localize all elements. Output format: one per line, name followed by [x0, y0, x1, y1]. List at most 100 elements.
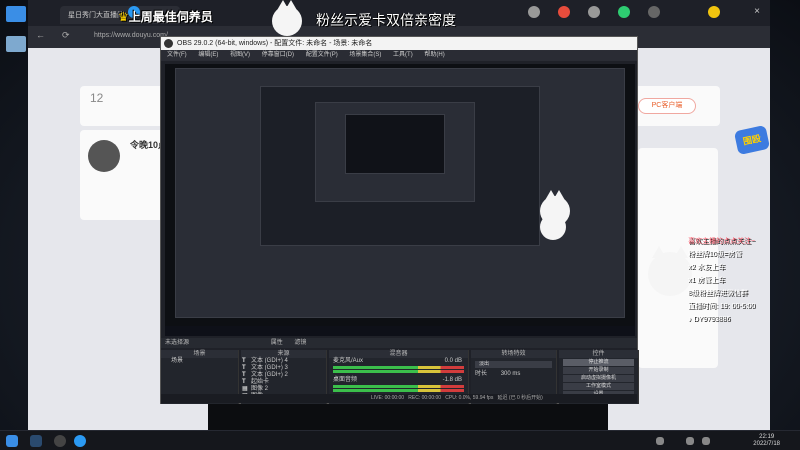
- duration-row: 时长 300 ms: [471, 371, 556, 378]
- info-line: 直播时间: 19: 00-5:00: [688, 303, 756, 310]
- favicon[interactable]: [588, 6, 600, 18]
- clock-date: 2022/7/18: [753, 441, 780, 447]
- info-line: x2 水友上车: [688, 264, 726, 271]
- taskbar-clock[interactable]: 22:19 2022/7/18: [753, 434, 780, 448]
- bottom-decoration-strip: [208, 404, 608, 430]
- obs-logo-icon: [164, 39, 173, 48]
- source-item[interactable]: ▦ 图像 2: [241, 386, 326, 393]
- image-source-icon: ▦: [242, 386, 248, 392]
- obs-menu-bar: 文件(F) 编辑(E) 视图(V) 停靠窗口(D) 配置文件(P) 场景集合(S…: [161, 50, 637, 61]
- volume-meter: [333, 389, 464, 392]
- top-feeder-banner: ♛上周最佳伺养员: [118, 8, 213, 25]
- desktop-icon-recycle-bin[interactable]: [6, 36, 26, 52]
- network-icon[interactable]: [686, 437, 694, 445]
- banner-text: 上周最佳伺养员: [128, 10, 213, 24]
- channel-db: -1.8 dB: [442, 377, 462, 383]
- fans-promo-line1: 粉丝示爱卡双倍亲密度: [316, 12, 456, 28]
- virtual-camera-button[interactable]: 启动虚拟摄像机: [563, 375, 634, 382]
- preview-taskbar: [165, 326, 635, 336]
- studio-mode-button[interactable]: 工作室模式: [563, 383, 634, 390]
- favicon[interactable]: [648, 6, 660, 18]
- channel-db: 0.0 dB: [444, 358, 462, 364]
- scenes-header: 场景: [161, 350, 238, 358]
- volume-meter: [333, 370, 464, 373]
- favicon[interactable]: [528, 6, 540, 18]
- menu-item[interactable]: 帮助(H): [424, 52, 444, 58]
- cpu-usage: CPU: 0.0%, 59.94 fps: [445, 395, 494, 401]
- volume-icon[interactable]: [702, 437, 710, 445]
- close-tab-icon[interactable]: ×: [754, 6, 760, 17]
- text-source-icon: T: [242, 372, 246, 378]
- desktop-icon-this-pc[interactable]: [6, 6, 26, 22]
- obs-window-title: OBS 29.0.2 (64-bit, windows) - 配置文件: 未命名…: [177, 40, 373, 47]
- scene-item[interactable]: 场景: [161, 358, 238, 365]
- mascot-cat-image: [540, 190, 570, 226]
- duration-label: 时长: [475, 371, 488, 377]
- channel-name: 桌面音频: [333, 377, 358, 383]
- volume-meter: [333, 366, 464, 369]
- sources-header: 来源: [241, 350, 326, 358]
- stop-streaming-button[interactable]: 停止推流: [563, 359, 634, 366]
- favicon[interactable]: [558, 6, 570, 18]
- start-recording-button[interactable]: 开始录制: [563, 367, 634, 374]
- text-source-icon: T: [242, 358, 246, 364]
- text-source-icon: T: [242, 365, 246, 371]
- menu-item[interactable]: 工具(T): [393, 52, 413, 58]
- browser-taskbar-icon[interactable]: [74, 435, 86, 447]
- mixer-channel: 桌面音频 -1.8 dB: [329, 377, 468, 384]
- room-number: 12: [90, 91, 104, 105]
- no-source-label: 未选择源: [165, 340, 190, 346]
- douyin-id: ♪ DY9793886: [688, 316, 731, 323]
- menu-item[interactable]: 配置文件(P): [306, 52, 338, 58]
- mixer-channel: 麦克风/Aux 0.0 dB: [329, 358, 468, 365]
- properties-button[interactable]: 属性: [271, 340, 283, 346]
- info-line: 喜欢主播的点点关注~: [688, 238, 756, 245]
- favicon[interactable]: [708, 6, 720, 18]
- filters-button[interactable]: 滤镜: [294, 340, 306, 346]
- info-line: 8级粉丝牌进微信群: [688, 290, 748, 297]
- source-label: 文本 (GDI+) 4: [251, 358, 288, 364]
- system-tray-icon[interactable]: [656, 437, 664, 445]
- back-icon[interactable]: ←: [36, 30, 45, 40]
- source-label: 图像 2: [251, 386, 269, 392]
- favicon[interactable]: [618, 6, 630, 18]
- info-line: x1 房管上车: [688, 277, 726, 284]
- transition-type-select[interactable]: 淡出: [475, 361, 552, 368]
- windows-start-icon[interactable]: [6, 435, 18, 447]
- controls-header: 控件: [559, 350, 638, 358]
- obs-taskbar-icon[interactable]: [54, 435, 66, 447]
- windows-taskbar: 22:19 2022/7/18: [0, 430, 800, 450]
- streamer-info-panel: 喜欢主播的点点关注~ 粉丝牌10级=房管 x2 水友上车 x1 房管上车 8级粉…: [688, 235, 798, 326]
- source-item[interactable]: T 文本 (GDI+) 3: [241, 365, 326, 372]
- channel-name: 麦克风/Aux: [333, 358, 364, 364]
- volume-meter: [333, 385, 464, 388]
- tiktok-icon: ♪: [688, 316, 692, 323]
- menu-item[interactable]: 停靠窗口(D): [262, 52, 294, 58]
- menu-item[interactable]: 场景集合(S): [349, 52, 381, 58]
- mixer-header: 混音器: [329, 350, 468, 358]
- source-item[interactable]: T 文本 (GDI+) 4: [241, 358, 326, 365]
- rec-time: REC: 00:00:00: [408, 395, 442, 401]
- mascot-cat-image: [272, 0, 302, 36]
- menu-item[interactable]: 编辑(E): [198, 52, 218, 58]
- crown-icon: ♛: [118, 10, 129, 24]
- menu-item[interactable]: 文件(F): [167, 52, 187, 58]
- text-source-icon: T: [242, 379, 246, 385]
- pc-client-button[interactable]: PC客户端: [638, 98, 696, 114]
- source-label: 文本 (GDI+) 2: [251, 372, 288, 378]
- source-item[interactable]: T 文本 (GDI+) 2: [241, 372, 326, 379]
- avatar: [88, 140, 120, 172]
- source-label: 起始卡: [251, 379, 270, 385]
- delay-status: 延迟 (已 0 秒后开始): [497, 395, 543, 401]
- source-item[interactable]: T 起始卡: [241, 379, 326, 386]
- duration-input[interactable]: 300 ms: [501, 371, 521, 377]
- source-label: 文本 (GDI+) 3: [251, 365, 288, 371]
- obs-title-bar: OBS 29.0.2 (64-bit, windows) - 配置文件: 未命名…: [161, 37, 637, 50]
- refresh-icon[interactable]: ⟳: [62, 30, 70, 41]
- menu-item[interactable]: 视图(V): [230, 52, 250, 58]
- source-toolbar: 未选择源 属性 滤镜: [161, 338, 637, 348]
- recursive-preview-layer: [345, 114, 445, 174]
- steam-icon[interactable]: [30, 435, 42, 447]
- transitions-header: 转场特效: [471, 350, 556, 358]
- obs-status-bar: LIVE: 00:00:00 REC: 00:00:00 CPU: 0.0%, …: [161, 394, 637, 403]
